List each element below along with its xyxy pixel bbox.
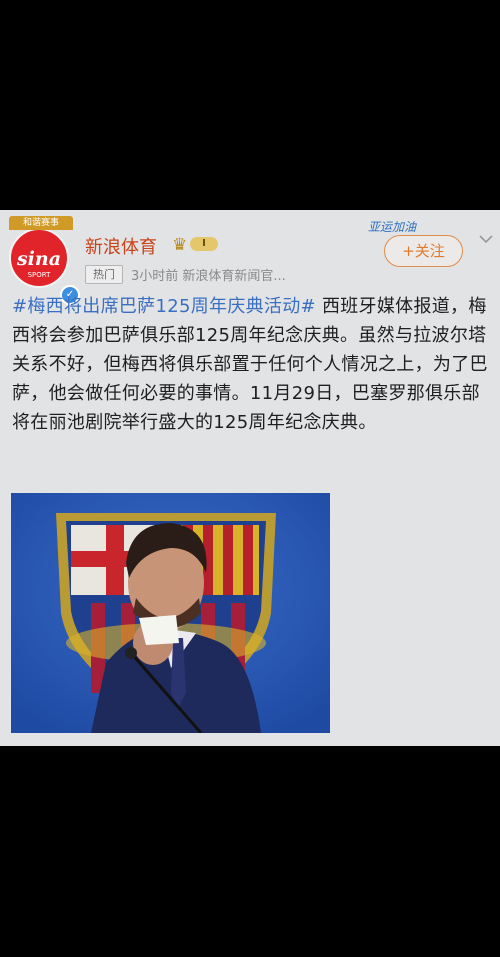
post-source: 新浪体育新闻官... [182, 269, 286, 284]
promo-decoration: 亚运加油 [368, 220, 417, 234]
vip-level: I [190, 237, 218, 251]
account-name[interactable]: 新浪体育 [85, 233, 157, 259]
avatar-ribbon: 和谐赛事 [9, 216, 73, 230]
sina-logo: sina [16, 248, 62, 270]
post-meta: 3小时前 新浪体育新闻官... [131, 265, 286, 284]
vip-level-badge[interactable]: ♛ I [172, 235, 220, 255]
post-time: 3小时前 [131, 269, 179, 284]
messi-photo-illustration [11, 493, 330, 733]
follow-button[interactable]: +关注 [384, 235, 463, 267]
avatar[interactable]: 和谐赛事 sina SPORT ✓ [9, 216, 80, 305]
chevron-down-icon[interactable] [478, 231, 494, 251]
weibo-post-card: 和谐赛事 sina SPORT ✓ 新浪体育 ♛ I 热门 3小时前 新浪体育新… [0, 210, 500, 746]
post-text: #梅西将出席巴萨125周年庆典活动# 西班牙媒体报道，梅西将会参加巴萨俱乐部12… [12, 292, 488, 437]
hashtag-link[interactable]: #梅西将出席巴萨125周年庆典活动# [12, 296, 316, 317]
post-image[interactable] [11, 493, 330, 733]
hot-badge: 热门 [85, 265, 123, 284]
crown-icon: ♛ [172, 235, 188, 255]
sina-sport-label: SPORT [27, 271, 51, 279]
